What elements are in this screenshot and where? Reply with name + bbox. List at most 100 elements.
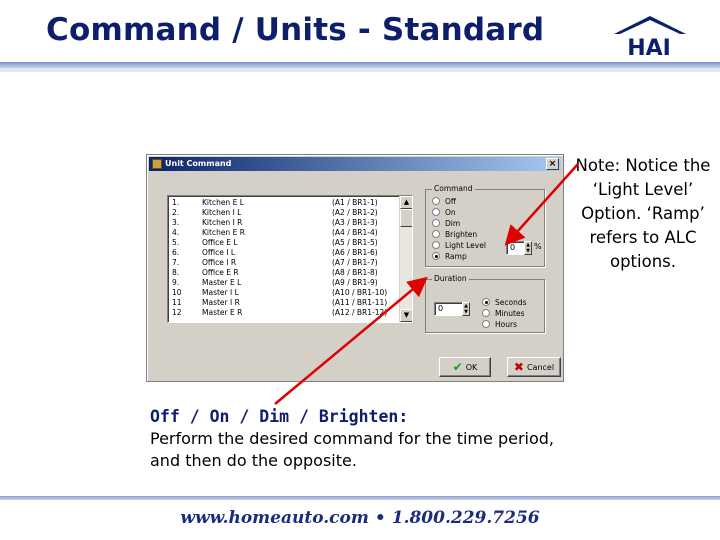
check-icon: ✔ [452,360,463,374]
unit-address: (A9 / BR1-9) [332,278,378,287]
unit-name: Kitchen E R [202,228,245,237]
radio-dim[interactable]: Dim [432,219,460,229]
list-item[interactable]: 9. Master E L (A9 / BR1-9) [168,278,398,288]
radio-ramp[interactable]: Ramp [432,252,467,262]
unit-number: 8. [172,268,180,277]
list-item[interactable]: 12 Master E R (A12 / BR1-12) [168,308,398,318]
footer-phone: 1.800.229.7256 [391,508,540,528]
radio-label: Light Level [445,241,486,250]
unit-address: (A1 / BR1-1) [332,198,378,207]
caption: Off / On / Dim / Brighten: Perform the d… [150,406,570,472]
radio-label: Hours [495,320,517,329]
radio-light-level[interactable]: Light Level [432,241,486,251]
spin-down-icon[interactable]: ▼ [525,248,531,254]
unit-number: 12 [172,308,182,317]
unit-name: Master I L [202,288,239,297]
radio-label: Minutes [495,309,525,318]
radio-brighten[interactable]: Brighten [432,230,477,240]
radio-minutes[interactable]: Minutes [482,309,525,319]
radio-button-icon [432,219,440,227]
list-item[interactable]: 2. Kitchen I L (A2 / BR1-2) [168,208,398,218]
duration-group: Duration 0 ▲ ▼ Seconds Minutes Hours [425,274,545,333]
hai-logo-text: HAI [627,36,671,58]
dialog-title: Unit Command [165,159,232,168]
radio-button-icon [432,241,440,249]
footer-rule [0,496,720,500]
unit-name: Master I R [202,298,240,307]
unit-name: Master E R [202,308,243,317]
note-text: Note: Notice the ‘Light Level’ Option. ‘… [575,156,711,271]
radio-label: Dim [445,219,461,228]
list-scrollbar[interactable]: ▲ ▼ [399,196,412,322]
spin-down-icon[interactable]: ▼ [463,309,469,315]
unit-address: (A10 / BR1-10) [332,288,388,297]
scroll-up-icon[interactable]: ▲ [400,196,412,209]
radio-selected-icon [482,298,490,306]
level-spinner[interactable]: ▲ ▼ [524,241,532,255]
caption-title: Off / On / Dim / Brighten: [150,407,409,426]
command-group: Command Off On Dim Brighten Light Level … [425,184,545,267]
unit-name: Kitchen I L [202,208,242,217]
list-item[interactable]: 4. Kitchen E R (A4 / BR1-4) [168,228,398,238]
list-item[interactable]: 10 Master I L (A10 / BR1-10) [168,288,398,298]
radio-selected-icon [432,252,440,260]
radio-button-icon [482,320,490,328]
radio-label: Brighten [445,230,478,239]
radio-on[interactable]: On [432,208,456,218]
unit-number: 3. [172,218,180,227]
dialog-close-button[interactable]: × [546,158,559,170]
slide-title: Command / Units - Standard [46,12,545,48]
unit-number: 9. [172,278,180,287]
unit-listbox[interactable]: 1. Kitchen E L (A1 / BR1-1) 2. Kitchen I L (… [167,195,413,323]
unit-number: 5. [172,238,180,247]
dialog-app-icon [152,159,162,169]
cancel-label: Cancel [526,363,555,372]
radio-seconds[interactable]: Seconds [482,298,527,308]
footer-website[interactable]: www.homeauto.com [180,508,368,528]
list-item[interactable]: 11 Master I R (A11 / BR1-11) [168,298,398,308]
unit-address: (A8 / BR1-8) [332,268,378,277]
dialog-titlebar[interactable]: Unit Command × [149,157,561,171]
footer: www.homeauto.com • 1.800.229.7256 [0,508,720,528]
unit-name: Office E R [202,268,239,277]
list-item[interactable]: 3. Kitchen I R (A3 / BR1-3) [168,218,398,228]
radio-button-icon [432,208,440,216]
level-percent-label: % [534,242,542,251]
unit-number: 2. [172,208,180,217]
unit-number: 11 [172,298,182,307]
unit-address: (A12 / BR1-12) [332,308,388,317]
cancel-button[interactable]: ✖ Cancel [507,357,561,377]
unit-address: (A11 / BR1-11) [332,298,388,307]
unit-name: Office I L [202,248,236,257]
radio-hours[interactable]: Hours [482,320,517,330]
ok-label: OK [465,363,478,372]
list-item[interactable]: 7. Office I R (A7 / BR1-7) [168,258,398,268]
unit-number: 7. [172,258,180,267]
unit-number: 10 [172,288,182,297]
radio-label: Ramp [445,252,467,261]
list-item[interactable]: 5. Office E L (A5 / BR1-5) [168,238,398,248]
unit-number: 4. [172,228,180,237]
radio-off[interactable]: Off [432,197,456,207]
radio-button-icon [432,197,440,205]
footer-separator: • [374,508,386,528]
unit-address: (A6 / BR1-6) [332,248,378,257]
list-item[interactable]: 6. Office I L (A6 / BR1-6) [168,248,398,258]
unit-name: Kitchen E L [202,198,244,207]
unit-number: 1. [172,198,180,207]
radio-button-icon [482,309,490,317]
duration-spinner[interactable]: ▲ ▼ [462,302,470,316]
ok-button[interactable]: ✔ OK [439,357,491,377]
list-item[interactable]: 8. Office E R (A8 / BR1-8) [168,268,398,278]
list-item[interactable]: 1. Kitchen E L (A1 / BR1-1) [168,198,398,208]
scroll-thumb[interactable] [400,209,412,227]
cancel-x-icon: ✖ [513,360,524,374]
unit-name: Kitchen I R [202,218,243,227]
scroll-down-icon[interactable]: ▼ [400,309,412,322]
command-group-label: Command [432,184,475,193]
unit-number: 6. [172,248,180,257]
radio-label: On [445,208,456,217]
unit-name: Office E L [202,238,238,247]
caption-body: Perform the desired command for the time… [150,429,554,470]
radio-label: Seconds [495,298,527,307]
